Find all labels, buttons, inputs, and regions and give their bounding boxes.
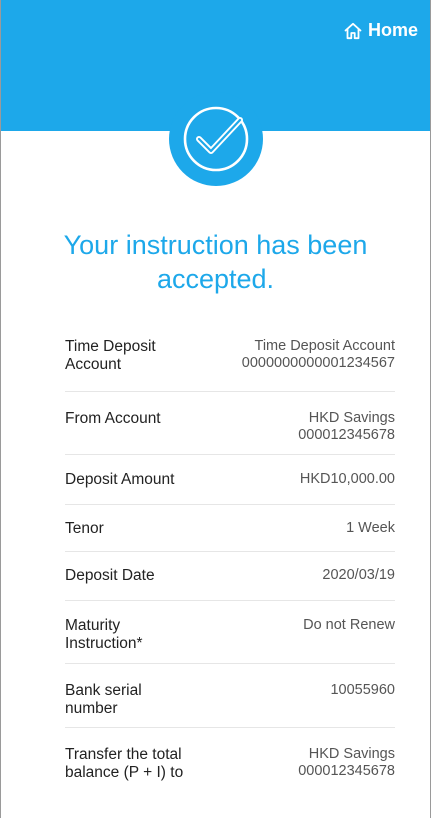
detail-label: Time Deposit Account xyxy=(65,338,156,373)
detail-value-line: 000012345678 xyxy=(298,427,395,443)
detail-value: HKD Savings 000012345678 xyxy=(298,746,395,780)
detail-label: From Account xyxy=(65,410,161,427)
detail-value-line: 2020/03/19 xyxy=(322,567,395,583)
detail-value-line: Do not Renew xyxy=(303,617,395,633)
detail-label: Maturity Instruction* xyxy=(65,617,143,652)
detail-row-maturity-instruction: Maturity Instruction* Do not Renew xyxy=(65,601,395,664)
detail-value-line: 000012345678 xyxy=(298,763,395,779)
detail-label: Bank serial number xyxy=(65,682,142,717)
status-message: Your instruction has been accepted. xyxy=(63,230,368,294)
detail-label: Deposit Date xyxy=(65,567,155,584)
detail-value: 1 Week xyxy=(346,520,395,537)
details-list: Time Deposit Account Time Deposit Accoun… xyxy=(65,326,395,818)
detail-value-line: HKD Savings xyxy=(308,410,395,426)
detail-value-line: 10055960 xyxy=(330,682,395,698)
detail-row-from-account: From Account HKD Savings 000012345678 xyxy=(65,392,395,455)
detail-value-line: Time Deposit Account xyxy=(254,338,396,354)
detail-label: Transfer the total balance (P + I) to xyxy=(65,746,184,781)
detail-row-bank-serial-number: Bank serial number 10055960 xyxy=(65,664,395,728)
detail-value-line: 1 Week xyxy=(346,520,395,536)
detail-label: Tenor xyxy=(65,520,104,537)
detail-value: 2020/03/19 xyxy=(322,567,395,584)
checkmark-circle-icon xyxy=(169,92,263,186)
detail-value: Time Deposit Account 0000000000001234567 xyxy=(242,338,395,372)
detail-row-time-deposit-account: Time Deposit Account Time Deposit Accoun… xyxy=(65,326,395,392)
confirmation-screen: Home Your instruction has been accepted.… xyxy=(0,0,431,818)
detail-value: HKD Savings 000012345678 xyxy=(298,410,395,444)
detail-value: HKD10,000.00 xyxy=(300,471,395,488)
detail-label: Deposit Amount xyxy=(65,471,175,488)
home-icon xyxy=(343,21,363,41)
detail-row-deposit-amount: Deposit Amount HKD10,000.00 xyxy=(65,455,395,505)
detail-row-tenor: Tenor 1 Week xyxy=(65,505,395,552)
detail-value: Do not Renew xyxy=(303,617,395,634)
detail-value-line: HKD10,000.00 xyxy=(299,471,395,487)
home-label: Home xyxy=(367,20,418,40)
detail-row-deposit-date: Deposit Date 2020/03/19 xyxy=(65,552,395,601)
detail-value-line: HKD Savings xyxy=(308,746,395,762)
detail-value-line: 0000000000001234567 xyxy=(241,355,395,371)
home-button[interactable]: Home xyxy=(343,20,418,41)
detail-row-transfer-balance: Transfer the total balance (P + I) to HK… xyxy=(65,728,395,818)
detail-value: 10055960 xyxy=(330,682,395,699)
